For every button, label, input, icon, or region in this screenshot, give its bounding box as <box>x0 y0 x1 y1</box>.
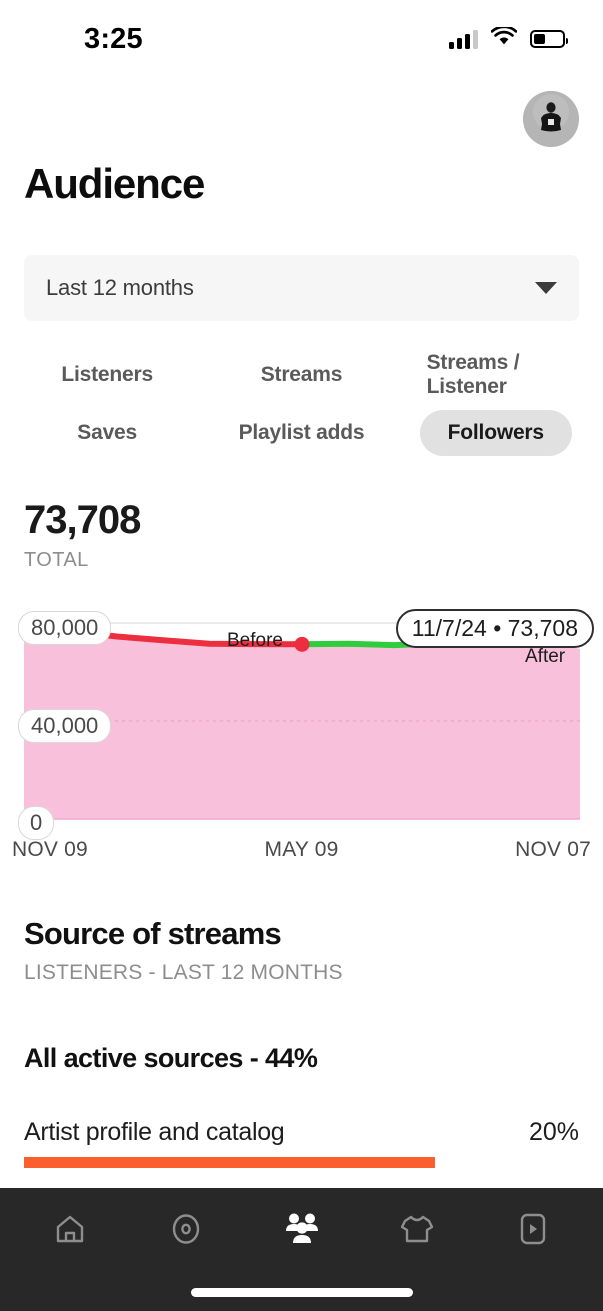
y-axis-label-0: 0 <box>18 806 55 840</box>
metric-tab-label: Streams / Listener <box>426 351 520 398</box>
bottom-nav <box>0 1188 603 1311</box>
x-axis-label-middle: MAY 09 <box>264 838 339 861</box>
battery-icon <box>530 30 568 48</box>
metric-tab-label: Listeners <box>61 363 153 386</box>
wifi-icon <box>490 25 518 51</box>
x-axis-label-end: NOV 07 <box>515 838 591 861</box>
metric-tab-listeners[interactable]: Listeners <box>10 352 204 398</box>
chart-annotation-before: Before <box>227 630 283 651</box>
audience-people-icon <box>284 1212 320 1251</box>
status-indicators <box>449 25 568 51</box>
source-row[interactable]: Artist profile and catalog 20% <box>24 1118 579 1147</box>
chart-tooltip: 11/7/24 • 73,708 <box>395 609 594 648</box>
all-active-sources-heading: All active sources - 44% <box>24 1043 318 1073</box>
metric-tab-streams[interactable]: Streams <box>204 352 398 398</box>
video-play-icon <box>518 1212 548 1251</box>
y-axis-label-40000: 40,000 <box>18 709 112 743</box>
source-percent: 20% <box>528 1118 579 1146</box>
status-time: 3:25 <box>84 22 143 55</box>
source-progress-fill <box>24 1157 435 1168</box>
bottom-nav-items <box>0 1188 603 1260</box>
metric-tab-saves[interactable]: Saves <box>10 410 204 456</box>
nav-item-merch[interactable] <box>387 1202 447 1260</box>
metric-tab-label: Saves <box>77 421 138 444</box>
before-point-marker <box>294 636 310 652</box>
total-label: TOTAL <box>24 549 89 571</box>
metric-tab-label: Followers <box>419 410 572 456</box>
y-axis-label-80000: 80,000 <box>18 611 112 645</box>
date-range-value: Last 12 months <box>46 275 194 300</box>
home-indicator <box>190 1288 413 1297</box>
total-value: 73,708 <box>24 498 141 542</box>
disc-icon <box>169 1212 203 1251</box>
avatar[interactable] <box>523 91 579 147</box>
metric-tab-label: Playlist adds <box>238 421 365 444</box>
tshirt-icon <box>399 1212 435 1251</box>
x-axis-label-start: NOV 09 <box>12 838 88 861</box>
date-range-select[interactable]: Last 12 months <box>24 255 579 321</box>
metric-tab-streams-per-listener[interactable]: Streams / Listener <box>399 351 593 398</box>
source-name: Artist profile and catalog <box>24 1118 285 1146</box>
nav-item-music[interactable] <box>156 1202 216 1260</box>
source-progress-track <box>24 1157 579 1168</box>
metric-tabs: Listeners Streams Streams / Listener Sav… <box>10 351 593 468</box>
metric-tab-followers[interactable]: Followers <box>399 410 593 456</box>
x-axis-labels: NOV 09 MAY 09 NOV 07 <box>12 838 591 862</box>
section-title-source-of-streams: Source of streams <box>24 916 282 951</box>
metric-tab-label: Streams <box>260 363 343 386</box>
metric-tab-playlist-adds[interactable]: Playlist adds <box>204 410 398 456</box>
page-title: Audience <box>24 160 205 207</box>
chart-annotation-after: After <box>525 646 566 667</box>
nav-item-home[interactable] <box>40 1202 100 1260</box>
cellular-bars-icon <box>449 29 478 49</box>
section-subtitle: LISTENERS - LAST 12 MONTHS <box>24 961 343 984</box>
nav-item-audience[interactable] <box>272 1202 332 1260</box>
home-icon <box>53 1212 87 1251</box>
status-bar: 3:25 <box>0 0 603 78</box>
chevron-down-icon <box>535 282 557 294</box>
nav-item-videos[interactable] <box>503 1202 563 1260</box>
